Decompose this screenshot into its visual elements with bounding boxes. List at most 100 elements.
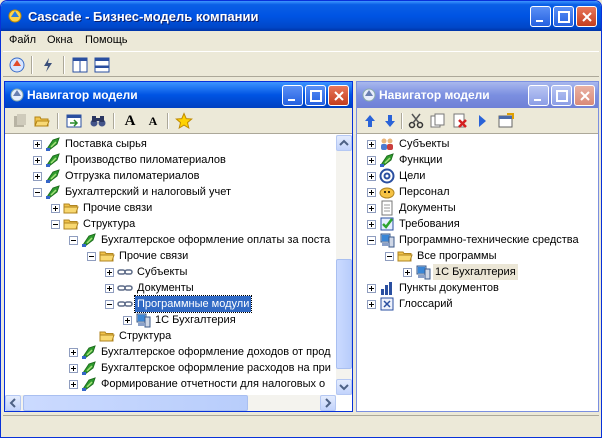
scroll-up-button[interactable]: [336, 135, 352, 151]
menu-file[interactable]: Файл: [9, 34, 36, 46]
expand-icon[interactable]: [69, 380, 78, 389]
model-wizard-icon[interactable]: [7, 55, 27, 75]
expand-icon[interactable]: [367, 204, 376, 213]
collapse-icon[interactable]: [367, 236, 376, 245]
open-folder-icon[interactable]: [33, 112, 51, 130]
right-tree-view[interactable]: Субъекты Функции Цели Персонал Документы Треб…: [357, 135, 598, 411]
left-tree-view[interactable]: Поставка сырья Производство пиломатериало…: [5, 135, 336, 395]
tree-item-label: Производство пиломатериалов: [65, 154, 226, 166]
tree-row[interactable]: Функции: [357, 152, 598, 168]
tree-row[interactable]: Программные модули: [5, 295, 336, 313]
tree-row[interactable]: Бухгалтерское оформление расходов на при: [5, 360, 336, 376]
expand-icon[interactable]: [51, 204, 60, 213]
scroll-down-button[interactable]: [336, 379, 352, 395]
tree-row[interactable]: Цели: [357, 168, 598, 184]
menu-windows[interactable]: Окна: [47, 34, 73, 46]
font-increase-button[interactable]: A: [121, 112, 139, 130]
tree-row[interactable]: Субъекты: [5, 264, 336, 280]
left-panel-minimize-button[interactable]: [282, 85, 303, 106]
expand-icon[interactable]: [69, 348, 78, 357]
expand-icon[interactable]: [367, 172, 376, 181]
expand-icon[interactable]: [33, 156, 42, 165]
expand-icon[interactable]: [33, 140, 42, 149]
h-scroll-thumb[interactable]: [23, 395, 248, 411]
tile-horizontal-icon[interactable]: [92, 55, 112, 75]
left-panel-maximize-button[interactable]: [305, 85, 326, 106]
collapse-icon[interactable]: [87, 252, 96, 261]
tree-row[interactable]: Пункты документов: [357, 280, 598, 296]
collapse-icon[interactable]: [69, 236, 78, 245]
chevron-left-icon: [9, 398, 16, 408]
expand-icon[interactable]: [69, 364, 78, 373]
tree-row[interactable]: Структура: [5, 216, 336, 232]
scroll-left-button[interactable]: [5, 395, 21, 411]
collapse-icon[interactable]: [51, 220, 60, 229]
tree-row[interactable]: Требования: [357, 216, 598, 232]
tree-row[interactable]: Прочие связи: [5, 200, 336, 216]
delete-icon[interactable]: [451, 112, 469, 130]
tree-row[interactable]: 1С Бухгалтерия: [5, 312, 336, 328]
copy-icon[interactable]: [429, 112, 447, 130]
arrow-up-icon[interactable]: [361, 112, 379, 130]
maximize-button[interactable]: [553, 6, 574, 27]
expand-icon[interactable]: [367, 220, 376, 229]
expand-icon[interactable]: [367, 300, 376, 309]
tree-row[interactable]: Структура: [5, 328, 336, 344]
expand-icon[interactable]: [367, 140, 376, 149]
tree-row[interactable]: Все программы: [357, 248, 598, 264]
collapse-icon[interactable]: [33, 188, 42, 197]
expand-icon[interactable]: [105, 268, 114, 277]
right-panel-titlebar[interactable]: Навигатор модели: [357, 82, 598, 108]
expand-icon[interactable]: [367, 156, 376, 165]
play-icon[interactable]: [473, 112, 491, 130]
expand-icon[interactable]: [367, 188, 376, 197]
scroll-right-button[interactable]: [320, 395, 336, 411]
expand-icon[interactable]: [123, 316, 132, 325]
title-bar[interactable]: Cascade - Бизнес-модель компании: [1, 1, 601, 31]
binoculars-icon[interactable]: [89, 112, 107, 130]
expand-icon[interactable]: [33, 172, 42, 181]
star-icon[interactable]: [175, 112, 193, 130]
tree-row[interactable]: Прочие связи: [5, 248, 336, 264]
left-panel-close-button[interactable]: [328, 85, 349, 106]
minimize-icon: [536, 20, 543, 22]
tree-row[interactable]: Бухгалтерский и налоговый учет: [5, 184, 336, 200]
tree-row[interactable]: 1С Бухгалтерия: [357, 264, 598, 280]
collapse-icon[interactable]: [385, 252, 394, 261]
menu-help[interactable]: Помощь: [85, 34, 128, 46]
collapse-icon[interactable]: [105, 300, 114, 309]
tree-row[interactable]: Бухгалтерское оформление оплаты за поста: [5, 232, 336, 248]
tree-row[interactable]: Производство пиломатериалов: [5, 152, 336, 168]
tree-row[interactable]: Документы: [357, 200, 598, 216]
close-button[interactable]: [576, 6, 597, 27]
cascade-app-icon: [8, 9, 22, 23]
left-horizontal-scrollbar[interactable]: [5, 395, 336, 411]
link-window-icon[interactable]: [65, 112, 83, 130]
right-panel-close-button[interactable]: [574, 85, 595, 106]
tile-vertical-icon[interactable]: [70, 55, 90, 75]
tree-row[interactable]: Формирование отчетности для налоговых о: [5, 376, 336, 392]
copy-disabled-icon[interactable]: [11, 112, 29, 130]
tree-row[interactable]: Программно-технические средства: [357, 232, 598, 248]
tree-row[interactable]: Глоссарий: [357, 296, 598, 312]
arrow-down-icon[interactable]: [381, 112, 399, 130]
tree-row[interactable]: Поставка сырья: [5, 136, 336, 152]
left-vertical-scrollbar[interactable]: [336, 135, 352, 395]
left-panel-titlebar[interactable]: Навигатор модели: [5, 82, 352, 108]
expand-icon[interactable]: [403, 268, 412, 277]
tree-row[interactable]: Персонал: [357, 184, 598, 200]
scroll-thumb[interactable]: [336, 259, 352, 369]
expand-icon[interactable]: [105, 284, 114, 293]
scissors-icon[interactable]: [407, 112, 425, 130]
lightning-icon[interactable]: [38, 55, 58, 75]
right-panel-minimize-button[interactable]: [528, 85, 549, 106]
tree-row[interactable]: Субъекты: [357, 136, 598, 152]
tree-row[interactable]: Отгрузка пиломатериалов: [5, 168, 336, 184]
properties-icon[interactable]: [497, 112, 515, 130]
minimize-button[interactable]: [530, 6, 551, 27]
right-panel-maximize-button[interactable]: [551, 85, 572, 106]
font-decrease-button[interactable]: A: [144, 112, 162, 130]
tree-row[interactable]: Документы: [5, 280, 336, 296]
tree-row[interactable]: Бухгалтерское оформление доходов от прод: [5, 344, 336, 360]
expand-icon[interactable]: [367, 284, 376, 293]
